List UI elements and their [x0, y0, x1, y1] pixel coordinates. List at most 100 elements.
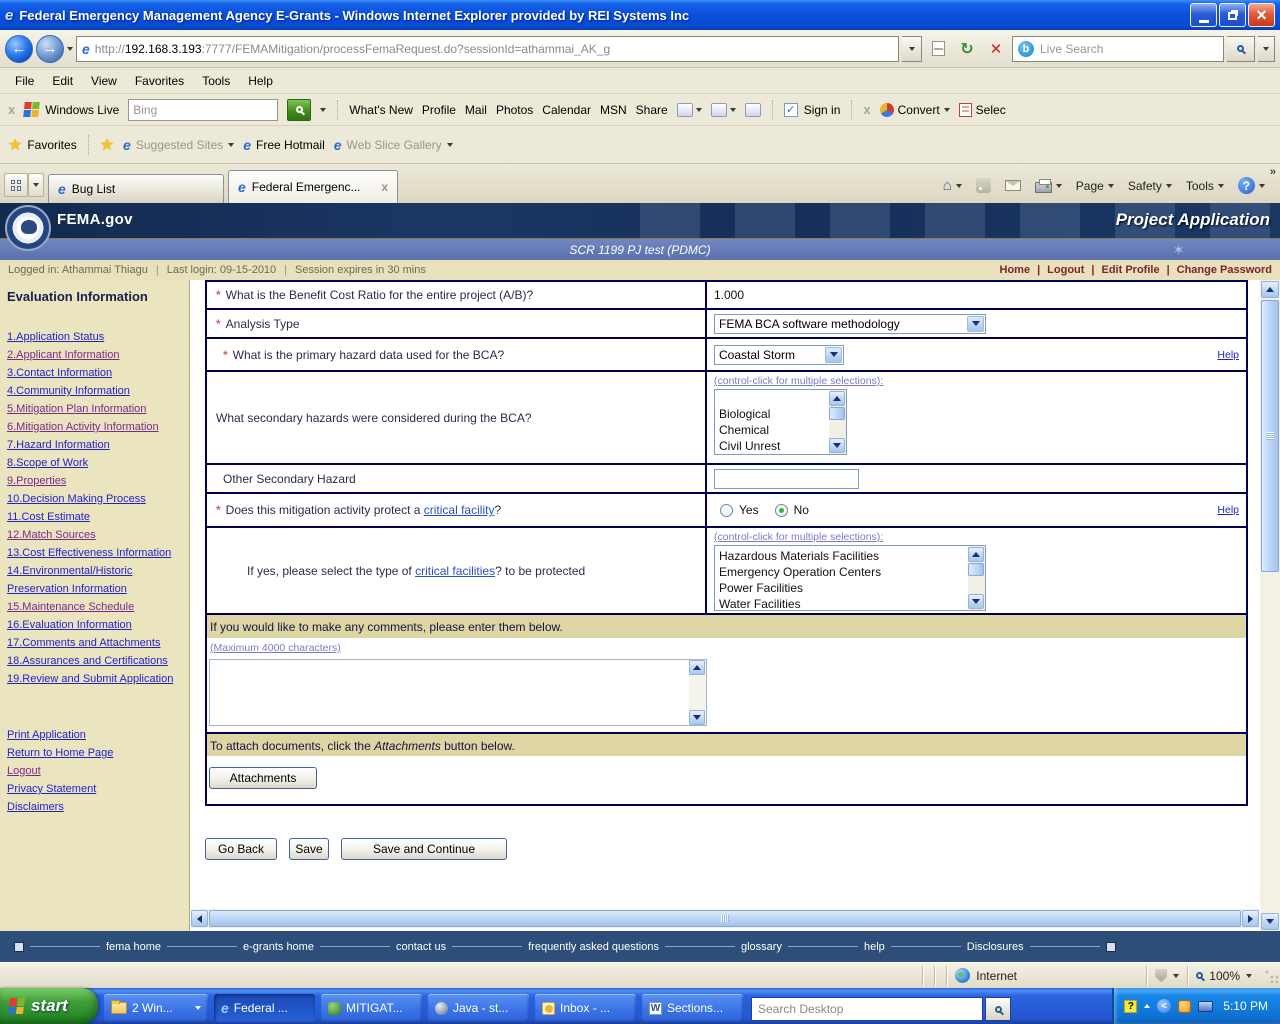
menu-tools[interactable]: Tools — [193, 71, 239, 91]
sidebar-item-mitigation-plan-information[interactable]: 5.Mitigation Plan Information — [7, 400, 182, 418]
scroll-right-icon[interactable] — [1242, 910, 1259, 927]
footer-link-glossary[interactable]: glossary — [741, 941, 782, 953]
close-button[interactable] — [1248, 3, 1275, 27]
suggested-sites-button[interactable]: e Suggested Sites — [123, 138, 235, 152]
bing-search-button[interactable] — [287, 98, 312, 121]
taskbar-item-java[interactable]: Java - st... — [428, 994, 529, 1022]
live-calendar-link[interactable]: Calendar — [542, 103, 591, 117]
sidebar-link-disclaimers[interactable]: Disclaimers — [7, 798, 182, 816]
bing-search-box[interactable] — [128, 98, 279, 121]
sidebar-item-application-status[interactable]: 1.Application Status — [7, 328, 182, 346]
toolbar-overflow-chevron-icon[interactable] — [1270, 166, 1276, 178]
safety-menu-button[interactable]: Safety — [1123, 177, 1177, 195]
sidebar-item-match-sources[interactable]: 12.Match Sources — [7, 526, 182, 544]
textarea-scrollbar[interactable] — [689, 660, 706, 725]
scroll-down-icon[interactable] — [689, 710, 705, 725]
fema-brand[interactable]: FEMA.gov — [57, 211, 133, 228]
print-button[interactable] — [1030, 176, 1067, 195]
listbox-option[interactable]: Hazardous Materials Facilities — [719, 548, 965, 564]
sidebar-item-comments-attachments[interactable]: 17.Comments and Attachments — [7, 634, 182, 652]
taskbar-item-inbox[interactable]: Inbox - ... — [535, 994, 636, 1022]
tray-network-icon[interactable] — [1198, 1000, 1214, 1012]
window-titlebar[interactable]: Federal Emergency Management Agency E-Gr… — [0, 0, 1280, 30]
listbox-option[interactable]: Emergency Operation Centers — [719, 564, 965, 580]
sidebar-item-decision-making-process[interactable]: 10.Decision Making Process — [7, 490, 182, 508]
go-back-button[interactable]: Go Back — [205, 838, 277, 860]
translate-tool-icon[interactable] — [744, 102, 761, 117]
toolbar-close-icon[interactable]: x — [8, 102, 15, 117]
sidebar-link-logout[interactable]: Logout — [7, 762, 182, 780]
photo-tool-icon[interactable] — [676, 102, 693, 117]
url-dropdown-button[interactable] — [902, 35, 922, 62]
sidebar-item-cost-estimate[interactable]: 11.Cost Estimate — [7, 508, 182, 526]
live-share-link[interactable]: Share — [636, 103, 668, 117]
live-profile-link[interactable]: Profile — [422, 103, 456, 117]
live-whats-new-link[interactable]: What's New — [349, 103, 413, 117]
sidebar-item-assurances-certifications[interactable]: 18.Assurances and Certifications — [7, 652, 182, 670]
tools-menu-button[interactable]: Tools — [1181, 177, 1229, 195]
tab-list-button[interactable] — [28, 173, 44, 197]
sidebar-item-community-information[interactable]: 4.Community Information — [7, 382, 182, 400]
radio-yes[interactable] — [720, 503, 733, 517]
search-go-button[interactable] — [1227, 35, 1255, 62]
desktop-search-box[interactable] — [751, 997, 983, 1021]
sidebar-item-evaluation-information[interactable]: 16.Evaluation Information — [7, 616, 182, 634]
scroll-up-icon[interactable] — [968, 547, 984, 562]
live-msn-link[interactable]: MSN — [600, 103, 627, 117]
horizontal-scrollbar[interactable] — [191, 909, 1259, 928]
other-secondary-hazard-input[interactable] — [714, 468, 859, 489]
window-tool-icon[interactable] — [710, 102, 727, 117]
radio-yes-label[interactable]: Yes — [739, 503, 759, 517]
critical-facility-link[interactable]: critical facility — [424, 503, 495, 517]
taskbar-item-mitigation[interactable]: MITIGAT... — [321, 994, 422, 1022]
free-hotmail-button[interactable]: e Free Hotmail — [243, 138, 324, 152]
tab-bug-list[interactable]: e Bug List — [48, 174, 224, 203]
taskbar-item-sections[interactable]: Sections... — [642, 994, 743, 1022]
menu-help[interactable]: Help — [239, 71, 282, 91]
tray-help-icon[interactable] — [1124, 999, 1138, 1013]
listbox-option[interactable]: Power Facilities — [719, 580, 965, 596]
tab-federal-emergency[interactable]: e Federal Emergenc... x — [228, 170, 398, 203]
listbox-option[interactable]: Civil Unrest — [719, 438, 826, 454]
scroll-down-icon[interactable] — [1261, 913, 1279, 930]
help-link[interactable]: Help — [1217, 504, 1239, 516]
footer-link-disclosures[interactable]: Disclosures — [967, 941, 1024, 953]
analysis-type-select[interactable]: FEMA BCA software methodology — [714, 313, 986, 334]
sidebar-item-mitigation-activity-information[interactable]: 6.Mitigation Activity Information — [7, 418, 182, 436]
favorites-button[interactable]: ★ Favorites — [8, 135, 77, 155]
menu-file[interactable]: File — [6, 71, 43, 91]
menu-edit[interactable]: Edit — [43, 71, 82, 91]
page-menu-button[interactable]: Page — [1071, 177, 1119, 195]
read-mail-button[interactable] — [1000, 178, 1026, 193]
vertical-scrollbar[interactable] — [1260, 280, 1280, 931]
zoom-control[interactable]: 100% — [1187, 965, 1260, 986]
refresh-button[interactable]: ↻ — [954, 36, 980, 62]
sidebar-item-environmental-historic[interactable]: 14.Environmental/Historic Preservation I… — [7, 562, 182, 598]
toolbar-close-icon[interactable]: x — [863, 102, 870, 117]
chevron-down-icon[interactable] — [825, 346, 842, 363]
home-button[interactable] — [938, 176, 967, 195]
chevron-down-icon[interactable] — [967, 315, 984, 332]
listbox-scrollbar[interactable] — [829, 390, 846, 454]
sidebar-item-review-submit[interactable]: 19.Review and Submit Application — [7, 670, 182, 688]
scroll-down-icon[interactable] — [968, 594, 984, 609]
live-photos-link[interactable]: Photos — [496, 103, 533, 117]
tray-collapse-icon[interactable] — [1157, 999, 1172, 1013]
sign-in-button[interactable]: Sign in — [783, 102, 840, 117]
scroll-up-icon[interactable] — [1261, 281, 1279, 298]
footer-link-help[interactable]: help — [864, 941, 885, 953]
sidebar-item-maintenance-schedule[interactable]: 15.Maintenance Schedule — [7, 598, 182, 616]
menu-favorites[interactable]: Favorites — [126, 71, 193, 91]
sidebar-item-cost-effectiveness-information[interactable]: 13.Cost Effectiveness Information — [7, 544, 182, 562]
desktop-search-button[interactable] — [985, 997, 1011, 1021]
listbox-option[interactable]: Biological — [719, 406, 826, 422]
primary-hazard-select[interactable]: Coastal Storm — [714, 344, 844, 365]
search-options-dropdown[interactable] — [1258, 35, 1275, 62]
forward-button[interactable]: → — [36, 34, 64, 63]
help-menu-button[interactable] — [1233, 175, 1270, 196]
menu-view[interactable]: View — [82, 71, 126, 91]
web-slice-gallery-button[interactable]: e Web Slice Gallery — [334, 138, 453, 152]
quick-tabs-button[interactable] — [4, 173, 28, 197]
footer-link-fema-home[interactable]: fema home — [106, 941, 161, 953]
back-button[interactable]: ← — [5, 34, 33, 63]
